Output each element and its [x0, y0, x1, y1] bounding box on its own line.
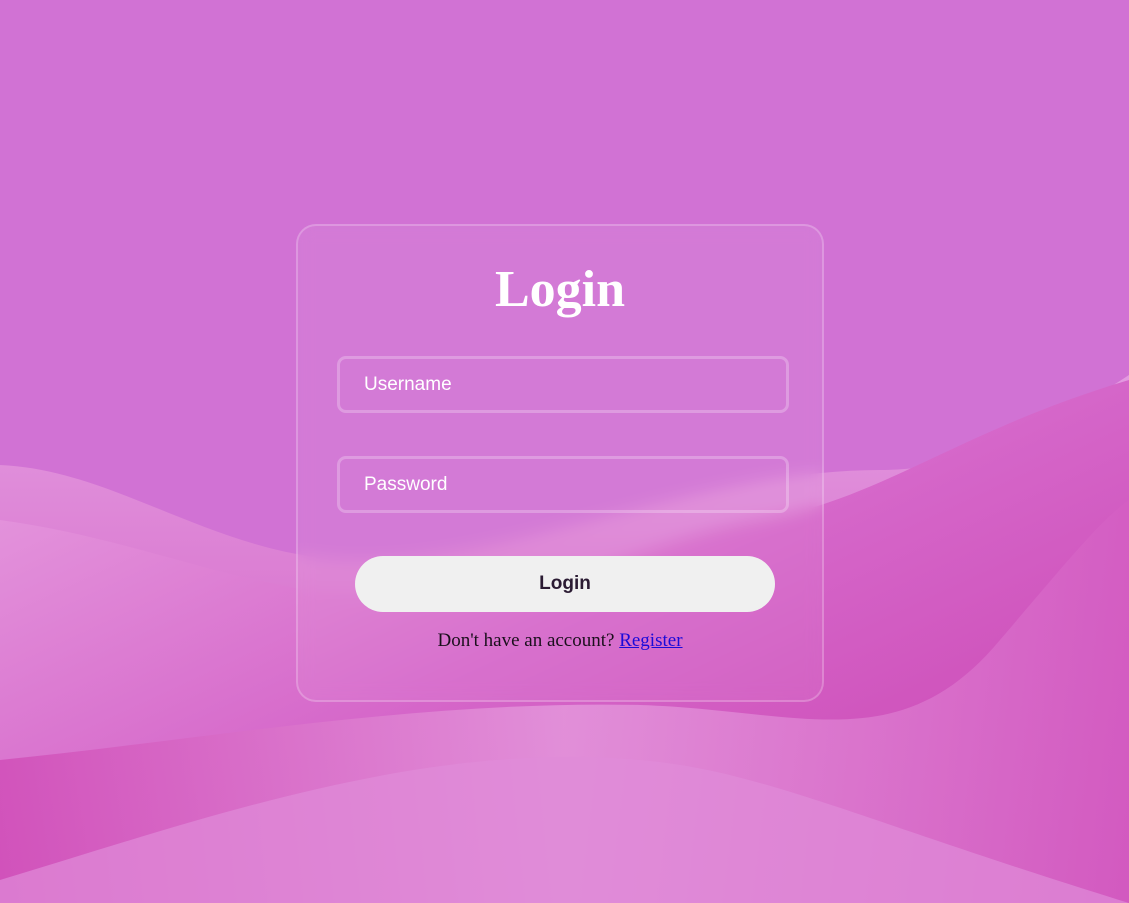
username-input[interactable] — [337, 356, 789, 413]
register-prompt-line: Don't have an account? Register — [298, 630, 822, 652]
register-link[interactable]: Register — [619, 630, 682, 651]
login-title: Login — [494, 261, 626, 318]
login-button[interactable]: Login — [355, 556, 775, 612]
password-input[interactable] — [337, 456, 789, 513]
login-card: Login Login Don't have an account? Regis… — [296, 224, 824, 702]
register-prompt-text: Don't have an account? — [437, 630, 620, 651]
